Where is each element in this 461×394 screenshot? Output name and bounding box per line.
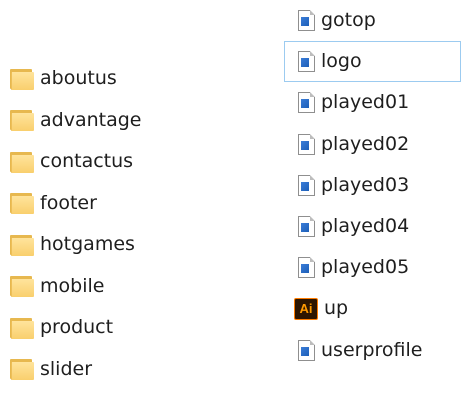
folder-name: aboutus [40,67,117,90]
image-file-icon [298,10,315,32]
folder-item-hotgames[interactable]: hotgames [8,224,208,266]
folder-item-footer[interactable]: footer [8,183,208,225]
folder-list: aboutus advantage contactus footer hotga… [8,58,208,390]
folder-icon [10,109,34,132]
file-item-played01[interactable]: played01 [284,82,461,123]
file-name: up [324,297,349,320]
image-file-icon [298,174,315,196]
file-item-played03[interactable]: played03 [284,165,461,206]
file-item-logo[interactable]: logo [284,41,461,83]
folder-item-aboutus[interactable]: aboutus [8,58,208,100]
illustrator-file-icon: Ai [294,297,318,320]
image-file-icon [298,257,315,279]
image-file-icon [298,216,315,238]
folder-item-mobile[interactable]: mobile [8,266,208,308]
folder-icon [10,317,34,339]
folder-name: contactus [40,150,134,173]
file-list: gotop logo played01 played02 played03 pl… [284,0,461,371]
file-item-up[interactable]: Ai up [284,288,461,329]
file-name: played03 [321,173,410,196]
file-name: played01 [321,91,410,114]
file-name: played05 [321,256,410,279]
folder-name: slider [40,357,93,380]
folder-icon [10,234,34,256]
image-file-icon [298,92,315,114]
folder-name: footer [40,191,97,214]
image-file-icon [298,51,315,73]
folder-item-product[interactable]: product [8,307,208,349]
folder-icon [10,275,34,298]
folder-name: advantage [40,108,142,131]
file-item-played02[interactable]: played02 [284,124,461,165]
file-name: played04 [321,215,410,238]
file-name: gotop [321,9,376,32]
folder-item-slider[interactable]: slider [8,349,208,391]
folder-name: hotgames [40,233,135,256]
folder-icon [10,358,34,381]
file-name: logo [321,50,362,73]
file-name: played02 [321,132,410,155]
file-item-gotop[interactable]: gotop [284,0,461,41]
folder-name: mobile [40,274,105,297]
file-name: userprofile [321,338,423,361]
file-item-played05[interactable]: played05 [284,247,461,288]
folder-icon [10,192,34,215]
folder-name: product [40,316,114,339]
file-item-played04[interactable]: played04 [284,206,461,247]
folder-icon [10,151,34,173]
folder-icon [10,68,34,90]
folder-item-contactus[interactable]: contactus [8,141,208,183]
image-file-icon [298,339,315,361]
image-file-icon [298,133,315,155]
file-item-userprofile[interactable]: userprofile [284,330,461,371]
folder-item-advantage[interactable]: advantage [8,100,208,142]
